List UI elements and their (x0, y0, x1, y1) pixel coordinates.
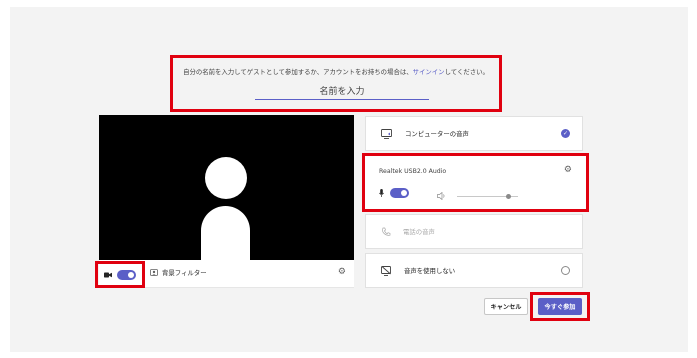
camera-toggle[interactable] (117, 269, 136, 280)
mic-controls (379, 188, 409, 198)
computer-audio-option[interactable]: コンピューターの音声 ✓ (365, 116, 583, 151)
video-controls-bar: 背景フィルター ⚙ (95, 260, 354, 288)
checkmark-icon: ✓ (561, 129, 570, 138)
phone-audio-label: 電話の音声 (403, 228, 435, 236)
no-audio-label: 音声を使用しない (404, 267, 456, 275)
phone-icon (382, 227, 391, 236)
camera-icon (104, 272, 112, 277)
no-audio-radio[interactable] (561, 266, 570, 275)
cancel-button[interactable]: キャンセル (484, 298, 528, 315)
join-button-highlight: 今すぐ参加 (530, 292, 590, 321)
signin-link[interactable]: サインイン (413, 68, 445, 76)
gear-icon[interactable]: ⚙ (338, 267, 346, 277)
speaker-volume-slider[interactable] (457, 194, 518, 199)
microphone-icon (379, 189, 384, 197)
join-now-button[interactable]: 今すぐ参加 (538, 298, 582, 315)
background-filter-label: 背景フィルター (162, 269, 207, 277)
no-audio-option[interactable]: 音声を使用しない (365, 253, 583, 288)
camera-toggle-group (95, 261, 145, 288)
computer-audio-label: コンピューターの音声 (405, 130, 469, 138)
name-entry-panel: 自分の名前を入力してゲストとして参加するか、アカウントをお持ちの場合は、サインイ… (170, 55, 502, 112)
background-filter-button[interactable]: 背景フィルター (150, 268, 207, 277)
background-filter-icon (150, 269, 158, 276)
audio-device-panel: Realtek USB2.0 Audio ⚙ (362, 153, 589, 212)
no-audio-icon (381, 265, 391, 276)
microphone-toggle[interactable] (390, 188, 409, 198)
audio-device-name: Realtek USB2.0 Audio (379, 168, 447, 175)
phone-audio-option[interactable]: 電話の音声 (365, 214, 583, 249)
device-settings-icon[interactable]: ⚙ (564, 165, 572, 175)
speaker-icon (437, 192, 445, 200)
computer-icon (381, 128, 392, 139)
slider-thumb[interactable] (506, 194, 512, 199)
avatar-body (201, 206, 250, 260)
guest-prompt: 自分の名前を入力してゲストとして参加するか、アカウントをお持ちの場合は、サインイ… (183, 68, 489, 76)
name-input[interactable] (255, 84, 429, 100)
avatar-head (205, 157, 247, 199)
video-preview (99, 115, 354, 260)
